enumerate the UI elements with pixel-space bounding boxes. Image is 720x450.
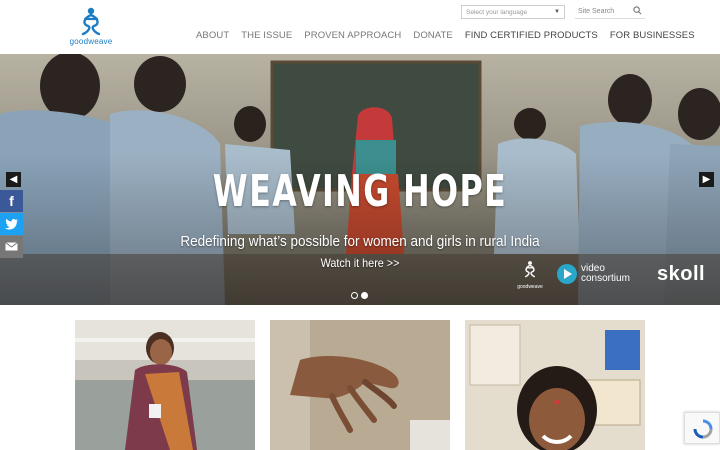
mail-icon [5,242,18,251]
hero-title: WEAVING HOPE [212,166,508,217]
logo-text: goodweave [69,37,113,46]
site-search-placeholder: Site Search [578,8,615,15]
chevron-right-icon: ▶ [702,174,711,185]
feature-card-hand-on-rug[interactable] [270,320,450,450]
partner-logos: goodweave video consortium skoll [512,254,705,294]
nav-donate[interactable]: DONATE [407,30,458,44]
recaptcha-badge[interactable] [684,412,720,444]
chevron-left-icon: ◀ [9,174,18,185]
woman-worker-photo [75,320,255,450]
hand-on-rug-photo [270,320,450,450]
language-select[interactable]: Select your language ▼ [461,5,565,19]
goodweave-logo-icon [81,7,101,36]
partner-goodweave-text: goodweave [517,283,543,290]
goodweave-small-icon [524,260,536,277]
facebook-icon: f [9,193,14,209]
feature-card-smiling-child[interactable] [465,320,645,450]
smiling-child-photo [465,320,645,450]
slider-dot-1[interactable] [351,292,358,299]
feature-card-woman-worker[interactable] [75,320,255,450]
nav-the-issue[interactable]: THE ISSUE [235,30,298,44]
recaptcha-icon [693,419,713,439]
partner-video-consortium-logo: video consortium [556,263,645,285]
site-search-input[interactable]: Site Search [575,5,645,19]
hero-subtitle: Redefining what’s possible for women and… [180,233,540,250]
nav-for-businesses[interactable]: FOR BUSINESSES [604,30,701,44]
slider-dots [351,292,368,299]
email-share-button[interactable] [0,236,23,258]
site-header: goodweave Select your language ▼ Site Se… [0,0,720,54]
partner-skoll-logo: skoll [657,262,706,285]
nav-find-certified-products[interactable]: FIND CERTIFIED PRODUCTS [459,30,604,44]
hero-slider: WEAVING HOPE Redefining what’s possible … [0,54,720,305]
nav-proven-approach[interactable]: PROVEN APPROACH [298,30,407,44]
language-select-placeholder: Select your language [466,9,528,16]
nav-about[interactable]: ABOUT [190,30,235,44]
search-icon[interactable] [633,6,642,15]
slider-prev-button[interactable]: ◀ [6,172,21,187]
goodweave-logo[interactable]: goodweave [66,6,116,50]
facebook-share-button[interactable]: f [0,190,23,212]
video-consortium-icon [557,264,577,284]
slider-dot-2[interactable] [361,292,368,299]
chevron-down-icon: ▼ [554,9,560,15]
main-nav: ABOUT THE ISSUE PROVEN APPROACH DONATE F… [190,30,701,44]
slider-next-button[interactable]: ▶ [699,172,714,187]
twitter-share-button[interactable] [0,213,23,235]
twitter-icon [4,218,18,230]
partner-goodweave-logo: goodweave [512,259,548,290]
partner-video-consortium-text: video consortium [581,263,630,284]
